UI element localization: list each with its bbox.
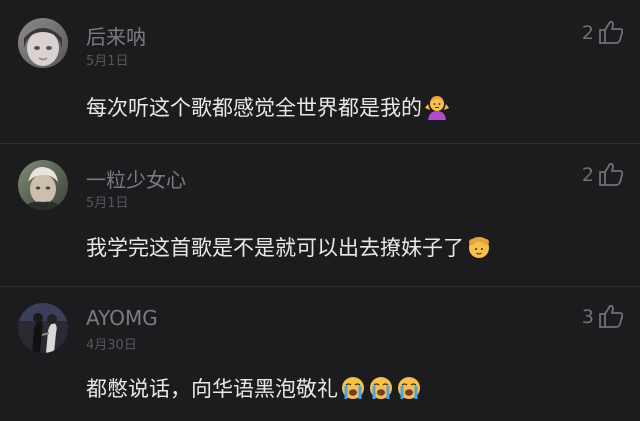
loudly-crying-face-emoji <box>368 375 394 401</box>
comment-item: 后来呐 5月1日 2 每次听这个歌都感觉全世界都是我的 <box>0 0 640 140</box>
avatar[interactable] <box>18 160 68 210</box>
comment-date: 5月1日 <box>86 54 129 69</box>
loudly-crying-face-emoji <box>396 375 422 401</box>
comment-text-content: 都憋说话，向华语黑泡敬礼 <box>86 377 338 401</box>
username[interactable]: 一粒少女心 <box>86 164 186 193</box>
comment-list: 后来呐 5月1日 2 每次听这个歌都感觉全世界都是我的 一粒少女心 5月1日 2… <box>0 0 640 421</box>
avatar[interactable] <box>18 18 68 68</box>
comment-date: 4月30日 <box>86 338 137 353</box>
comment-item: AYOMG 4月30日 3 都憋说话，向华语黑泡敬礼 <box>0 287 640 421</box>
like-button[interactable]: 2 <box>582 162 624 186</box>
thumbs-up-icon[interactable] <box>598 20 624 44</box>
woman-shrugging-emoji <box>424 94 450 120</box>
comment-text-content: 我学完这首歌是不是就可以出去撩妹子了 <box>86 236 464 260</box>
comment-date: 5月1日 <box>86 196 129 211</box>
like-button[interactable]: 3 <box>582 304 624 328</box>
girl-face-emoji <box>466 234 492 260</box>
thumbs-up-icon[interactable] <box>598 304 624 328</box>
avatar[interactable] <box>18 303 68 353</box>
username[interactable]: 后来呐 <box>86 21 146 50</box>
like-count: 2 <box>581 164 594 186</box>
like-count: 3 <box>581 306 594 328</box>
comment-item: 一粒少女心 5月1日 2 我学完这首歌是不是就可以出去撩妹子了 <box>0 144 640 284</box>
loudly-crying-face-emoji <box>340 375 366 401</box>
comment-text: 每次听这个歌都感觉全世界都是我的 <box>86 92 450 122</box>
comment-text: 都憋说话，向华语黑泡敬礼 <box>86 373 422 403</box>
comment-text: 我学完这首歌是不是就可以出去撩妹子了 <box>86 232 492 262</box>
username[interactable]: AYOMG <box>86 306 158 330</box>
comment-text-content: 每次听这个歌都感觉全世界都是我的 <box>86 96 422 120</box>
like-button[interactable]: 2 <box>582 20 624 44</box>
thumbs-up-icon[interactable] <box>598 162 624 186</box>
like-count: 2 <box>581 22 594 44</box>
